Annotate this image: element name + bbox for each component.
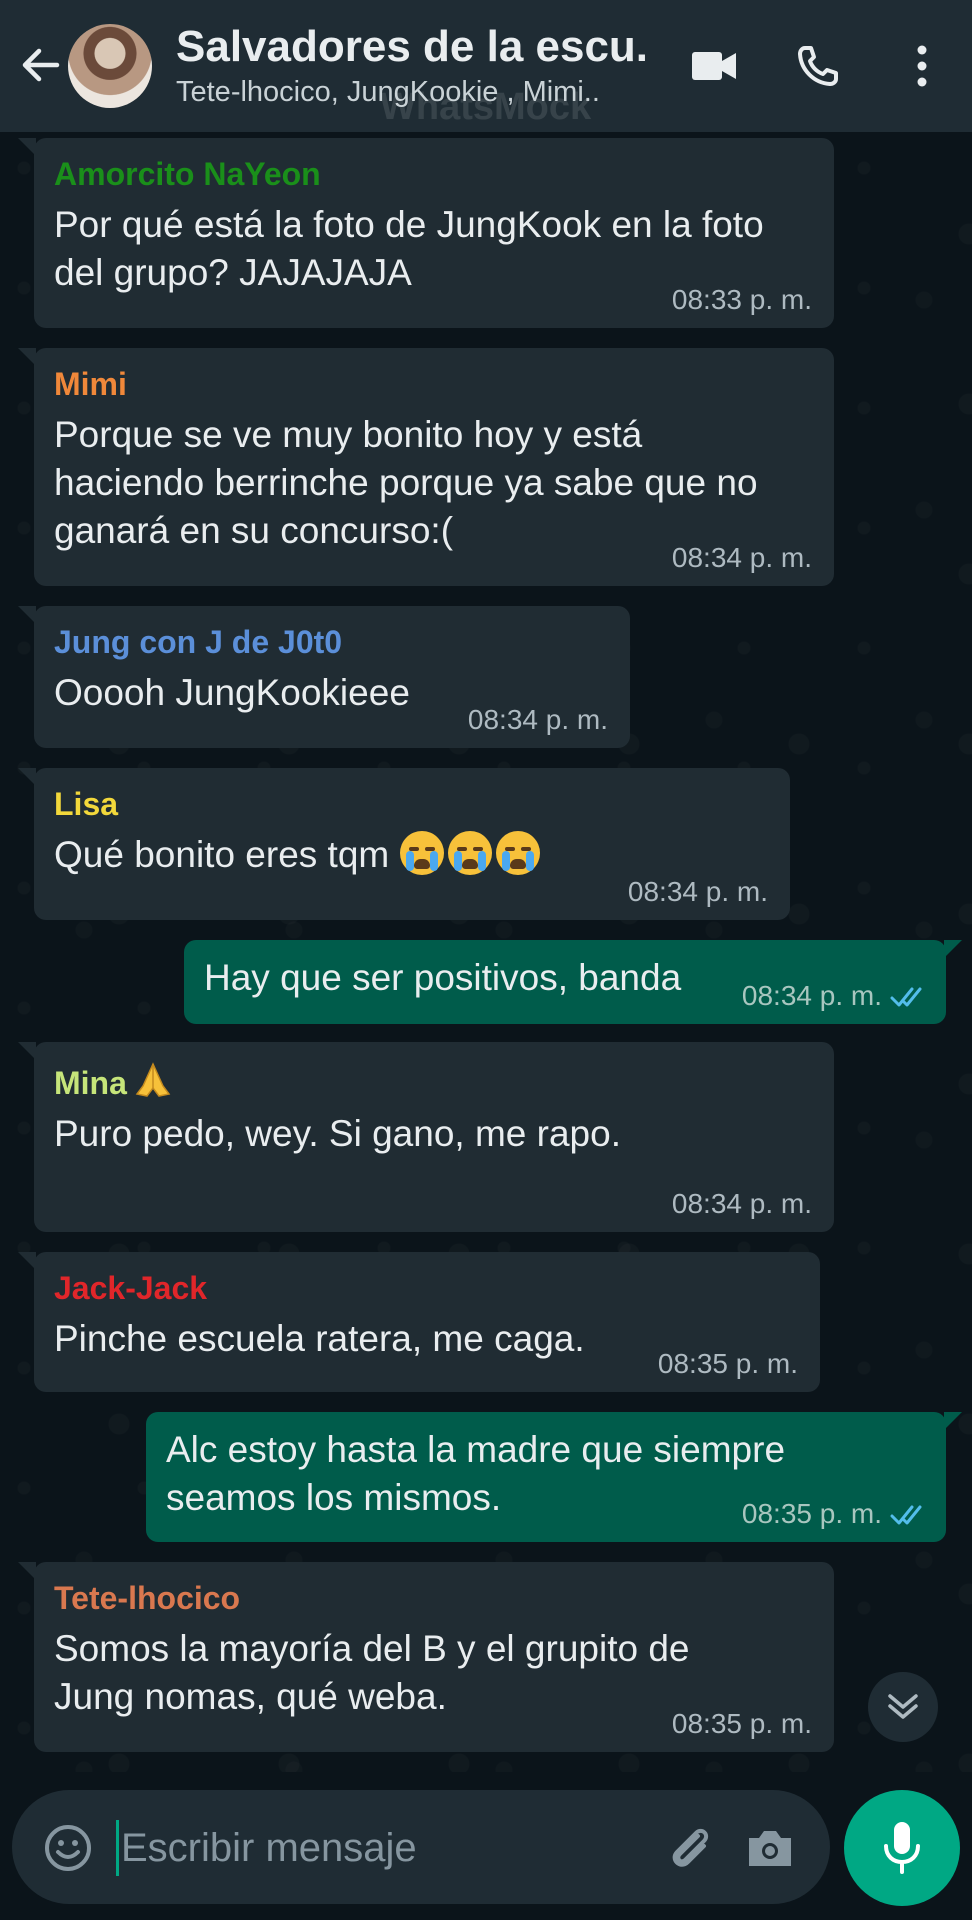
crying-face-icon bbox=[447, 831, 492, 875]
emoji-icon[interactable] bbox=[38, 1818, 98, 1878]
message-time: 08:33 p. m. bbox=[671, 284, 812, 315]
group-avatar[interactable] bbox=[68, 24, 152, 108]
message-bubble[interactable]: Jack-Jack Pinche escuela ratera, me caga… bbox=[18, 1252, 820, 1392]
message-sender: Lisa bbox=[54, 786, 119, 822]
scroll-to-bottom-button[interactable] bbox=[868, 1672, 938, 1742]
message-bubble-outgoing[interactable]: Hay que ser positivos, banda 08:34 p. m. bbox=[184, 940, 962, 1024]
message-text: Qué bonito eres tqm bbox=[54, 834, 390, 875]
message-sender: Mina bbox=[54, 1065, 127, 1101]
group-title[interactable]: Salvadores de la escu... bbox=[176, 22, 646, 72]
message-input[interactable] bbox=[116, 1820, 636, 1876]
microphone-button[interactable] bbox=[844, 1790, 960, 1906]
message-text: Puro pedo, wey. Si gano, me rapo. bbox=[54, 1113, 621, 1154]
message-time: 08:34 p. m. bbox=[741, 980, 882, 1011]
message-time: 08:35 p. m. bbox=[741, 1498, 882, 1529]
message-sender: Amorcito NaYeon bbox=[54, 156, 321, 192]
message-time: 08:35 p. m. bbox=[657, 1348, 798, 1379]
message-bubble[interactable]: Mimi Porque se ve muy bonito hoy y está … bbox=[18, 348, 834, 586]
message-bubble[interactable]: Jung con J de J0t0 Ooooh JungKookieee 08… bbox=[18, 606, 630, 748]
read-receipt-icon bbox=[890, 987, 922, 1007]
camera-icon[interactable] bbox=[740, 1818, 800, 1878]
message-sender: Tete-lhocico bbox=[54, 1580, 241, 1616]
message-text: Porque se ve muy bonito hoy y está hacie… bbox=[54, 414, 758, 551]
message-sender: Jack-Jack bbox=[54, 1270, 208, 1306]
message-bubble[interactable]: Amorcito NaYeon Por qué está la foto de … bbox=[18, 138, 834, 328]
crying-face-icon bbox=[495, 831, 540, 875]
message-time: 08:34 p. m. bbox=[627, 876, 768, 907]
message-sender-row: Mina bbox=[54, 1060, 814, 1102]
crying-face-icon bbox=[399, 831, 444, 875]
folded-hands-icon bbox=[135, 1062, 171, 1097]
message-time: 08:35 p. m. bbox=[671, 1708, 812, 1739]
message-time: 08:34 p. m. bbox=[671, 1188, 812, 1219]
message-bubble[interactable]: Lisa Qué bonito eres tqm 08:34 p. m. bbox=[18, 768, 790, 920]
phone-call-icon[interactable] bbox=[788, 36, 848, 96]
message-text: Por qué está la foto de JungKook en la f… bbox=[54, 204, 764, 293]
message-sender: Mimi bbox=[54, 366, 127, 402]
message-bubble[interactable]: Mina Puro pedo, wey. Si gano, me rapo. 0… bbox=[18, 1042, 834, 1232]
watermark-text: WhatsMock bbox=[380, 86, 592, 128]
message-text: Somos la mayoría del B y el grupito de J… bbox=[54, 1628, 690, 1717]
message-time: 08:34 p. m. bbox=[467, 704, 608, 735]
double-chevron-down-icon bbox=[888, 1694, 918, 1719]
message-bubble-outgoing[interactable]: Alc estoy hasta la madre que siempre sea… bbox=[146, 1412, 962, 1542]
chat-area[interactable]: Amorcito NaYeon Por qué está la foto de … bbox=[0, 132, 972, 1772]
more-options-icon[interactable] bbox=[892, 36, 952, 96]
message-bubble[interactable]: Tete-lhocico Somos la mayoría del B y el… bbox=[18, 1562, 834, 1752]
message-composer bbox=[12, 1790, 830, 1904]
read-receipt-icon bbox=[890, 1505, 922, 1525]
back-arrow-icon[interactable] bbox=[16, 40, 66, 90]
message-text-row: Qué bonito eres tqm bbox=[54, 831, 770, 879]
video-call-icon[interactable] bbox=[684, 36, 744, 96]
message-time: 08:34 p. m. bbox=[671, 542, 812, 573]
attach-icon[interactable] bbox=[660, 1818, 720, 1878]
microphone-icon bbox=[884, 1822, 920, 1874]
message-sender: Jung con J de J0t0 bbox=[54, 624, 343, 660]
